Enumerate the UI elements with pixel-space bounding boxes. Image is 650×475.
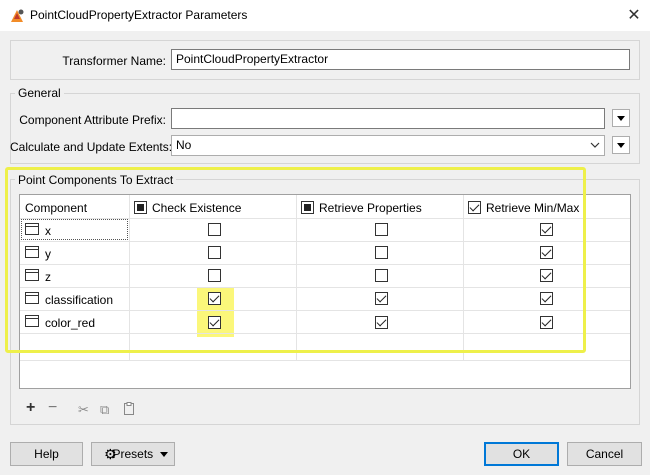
cancel-button[interactable]: Cancel xyxy=(567,442,642,466)
add-row-icon[interactable]: + xyxy=(26,400,35,416)
extents-select[interactable]: No xyxy=(171,135,605,156)
cut-icon[interactable]: ✂ xyxy=(78,402,89,418)
triangle-down-icon xyxy=(617,143,625,148)
general-group-title: General xyxy=(15,86,64,100)
window-title: PointCloudPropertyExtractor Parameters xyxy=(30,8,248,22)
highlight-frame xyxy=(5,167,586,353)
copy-icon[interactable]: ⧉ xyxy=(100,402,109,418)
triangle-down-icon xyxy=(159,452,168,458)
chevron-down-icon xyxy=(590,142,600,148)
app-icon xyxy=(11,9,24,22)
remove-row-icon[interactable]: − xyxy=(48,400,57,416)
extents-menu-button[interactable] xyxy=(612,136,630,154)
prefix-label: Component Attribute Prefix: xyxy=(19,113,166,127)
extents-select-value: No xyxy=(176,138,192,152)
ok-button[interactable]: OK xyxy=(484,442,559,466)
transformer-name-label: Transformer Name: xyxy=(62,54,166,68)
row-divider xyxy=(20,360,630,361)
gear-icon: ⚙ xyxy=(104,446,117,462)
help-button[interactable]: Help xyxy=(10,442,83,466)
presets-button[interactable]: ⚙ Presets xyxy=(91,442,175,466)
paste-icon[interactable] xyxy=(124,402,134,415)
close-icon[interactable]: ✕ xyxy=(620,3,648,29)
prefix-menu-button[interactable] xyxy=(612,109,630,127)
triangle-down-icon xyxy=(617,116,625,121)
extents-label: Calculate and Update Extents: xyxy=(10,140,173,154)
transformer-name-input[interactable]: PointCloudPropertyExtractor xyxy=(171,49,630,70)
prefix-input[interactable] xyxy=(171,108,605,129)
presets-label: Presets xyxy=(112,447,154,461)
